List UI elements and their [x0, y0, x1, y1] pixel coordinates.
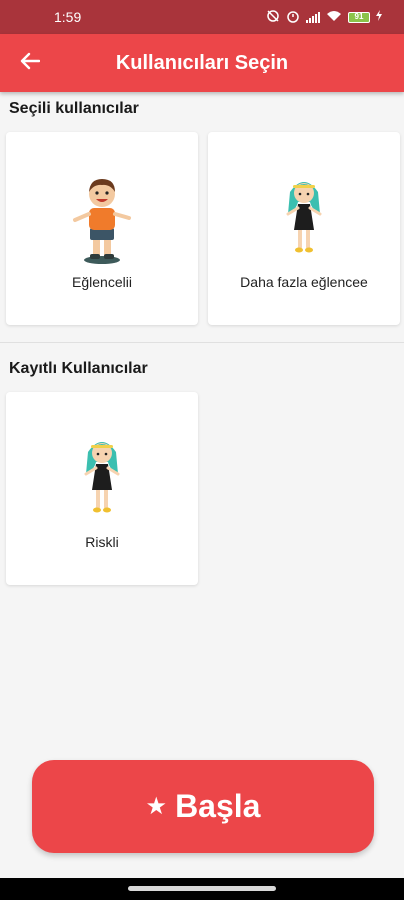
status-bar: 1:59 91 [0, 0, 404, 34]
arrow-left-icon [20, 52, 41, 75]
boy-avatar-icon [72, 174, 132, 269]
user-name: Daha fazla eğlencee [240, 274, 368, 290]
app-bar: Kullanıcıları Seçin [0, 34, 404, 92]
battery-icon: 91 [348, 11, 370, 23]
back-button[interactable] [14, 47, 46, 79]
start-button-label: Başla [175, 788, 261, 824]
alarm-off-icon [266, 9, 280, 26]
page-title: Kullanıcıları Seçin [115, 51, 289, 74]
section-divider [0, 342, 404, 343]
status-icons: 91 [266, 9, 382, 26]
user-card-selected-2[interactable]: Daha fazla eğlencee [208, 132, 400, 325]
status-time: 1:59 [54, 9, 82, 25]
wifi-icon [326, 10, 342, 25]
signal-icon [306, 11, 320, 23]
user-name: Eğlencelii [72, 274, 132, 290]
user-name: Riskli [85, 534, 119, 550]
charging-icon [376, 10, 382, 24]
selected-users-heading: Seçili kullanıcılar [9, 100, 139, 117]
user-card-selected-1[interactable]: Eğlencelii [6, 132, 198, 325]
girl-avatar-icon [80, 436, 124, 521]
home-gesture-handle[interactable] [128, 886, 276, 891]
alarm-icon [286, 9, 300, 26]
system-nav-bar [0, 878, 404, 900]
start-button[interactable]: ★ Başla [32, 760, 374, 853]
registered-users-heading: Kayıtlı Kullanıcılar [9, 360, 148, 377]
user-card-registered-1[interactable]: Riskli [6, 392, 198, 585]
star-icon: ★ [145, 793, 168, 820]
girl-avatar-icon [282, 176, 326, 261]
